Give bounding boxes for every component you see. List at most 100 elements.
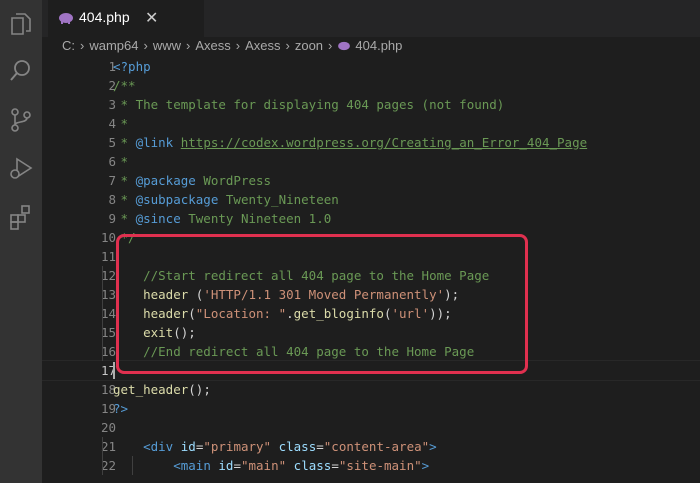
text-cursor [113, 362, 115, 379]
tab-bar: 404.php ✕ [42, 0, 700, 37]
activity-bar [0, 0, 42, 483]
indent-guide [132, 456, 133, 475]
breadcrumb-separator: › [328, 38, 333, 54]
code-line[interactable]: * @package WordPress [113, 171, 272, 190]
breadcrumb-item[interactable]: zoon [295, 38, 323, 53]
code-line[interactable]: * @link https://codex.wordpress.org/Crea… [113, 133, 588, 152]
extensions-icon[interactable] [7, 203, 35, 231]
code-line[interactable]: /** [113, 76, 136, 95]
tab-404-php[interactable]: 404.php ✕ [48, 0, 204, 37]
breadcrumb-separator: › [80, 38, 85, 54]
source-control-icon[interactable] [7, 106, 35, 134]
line-number: 2 [108, 78, 116, 93]
code-token: * [113, 192, 136, 207]
line-number: 17 [100, 363, 116, 378]
highlight-box [116, 234, 528, 374]
line-number: 6 [108, 154, 116, 169]
code-token: * [113, 211, 136, 226]
breadcrumb-item[interactable]: C: [62, 38, 75, 53]
code-token: = [233, 458, 241, 473]
code-token: "main" [240, 458, 287, 473]
code-token: /** [113, 78, 136, 93]
code-token: * [113, 135, 136, 150]
line-number: 20 [100, 420, 116, 435]
php-file-icon [59, 13, 73, 24]
breadcrumb-separator: › [285, 38, 290, 54]
code-token: * [113, 116, 129, 131]
code-token: get_header [113, 382, 189, 397]
code-token: = [316, 439, 324, 454]
code-token: < [113, 59, 121, 74]
indent-guide [102, 437, 103, 475]
line-number: 10 [100, 230, 116, 245]
line-number: 7 [108, 173, 116, 188]
code-line[interactable]: get_header(); [113, 380, 211, 399]
code-line[interactable]: * @subpackage Twenty_Nineteen [113, 190, 339, 209]
breadcrumb-item[interactable]: wamp64 [89, 38, 138, 53]
code-token: * [113, 173, 136, 188]
line-number: 1 [108, 59, 116, 74]
code-token: WordPress [195, 173, 272, 188]
line-number: 4 [108, 116, 116, 131]
code-token: "primary" [203, 439, 272, 454]
code-token: ?> [113, 401, 129, 416]
code-token: <main [173, 458, 211, 473]
code-line[interactable]: <div id="primary" class="content-area"> [113, 437, 437, 456]
code-token: Twenty_Nineteen [218, 192, 339, 207]
code-token: "site-main" [338, 458, 422, 473]
breadcrumb-item[interactable]: Axess [195, 38, 230, 53]
breadcrumb-separator: › [235, 38, 241, 54]
line-number: 3 [108, 97, 116, 112]
code-editor[interactable]: 1 <?php 2/** 3 * The template for displayin… [42, 57, 700, 483]
line-number: 14 [100, 306, 116, 321]
line-number: 22 [100, 458, 116, 473]
code-token: @package [135, 173, 196, 188]
code-token: Twenty Nineteen 1.0 [180, 211, 332, 226]
code-token: id [218, 458, 234, 473]
line-number: 12 [100, 268, 116, 283]
code-line[interactable]: * [113, 114, 129, 133]
code-line[interactable]: * The template for displaying 404 pages … [113, 95, 505, 114]
line-number: 21 [100, 439, 116, 454]
line-number: 11 [100, 249, 116, 264]
breadcrumb-separator: › [143, 38, 148, 54]
code-line[interactable]: * @since Twenty Nineteen 1.0 [113, 209, 332, 228]
code-token: (); [188, 382, 211, 397]
code-token: * [113, 154, 129, 169]
line-number: 13 [100, 287, 116, 302]
code-token: "content-area" [323, 439, 430, 454]
code-token: > [429, 439, 437, 454]
code-token: * The template for displaying 404 pages … [113, 97, 505, 112]
line-number: 8 [108, 192, 116, 207]
line-number: 15 [100, 325, 116, 340]
search-icon[interactable] [7, 57, 35, 85]
code-token: ?php [120, 59, 151, 74]
explorer-icon[interactable] [7, 10, 35, 38]
code-token: = [331, 458, 339, 473]
breadcrumb-item[interactable]: www [153, 38, 181, 53]
run-debug-icon[interactable] [7, 154, 35, 182]
code-line[interactable]: <main id="main" class="site-main"> [113, 456, 429, 475]
code-token: class [293, 458, 332, 473]
code-line[interactable]: <?php [113, 57, 151, 76]
php-file-icon [338, 41, 351, 50]
line-number: 19 [100, 401, 116, 416]
code-token: > [421, 458, 430, 473]
line-number: 9 [108, 211, 116, 226]
breadcrumb: C: › wamp64 › www › Axess › Axess › zoon › 404.php [62, 37, 402, 57]
line-number: 18 [100, 382, 116, 397]
breadcrumb-item[interactable]: Axess [245, 38, 280, 53]
code-token: https://codex.wordpress.org/Creating_an_… [180, 135, 588, 150]
code-line[interactable]: ?> [113, 399, 128, 418]
code-token: class [278, 439, 317, 454]
code-line[interactable]: * [113, 152, 129, 171]
close-icon[interactable]: ✕ [145, 8, 158, 28]
indent-guide [102, 266, 103, 361]
code-token: <div [143, 439, 174, 454]
breadcrumb-item[interactable]: 404.php [355, 38, 402, 53]
